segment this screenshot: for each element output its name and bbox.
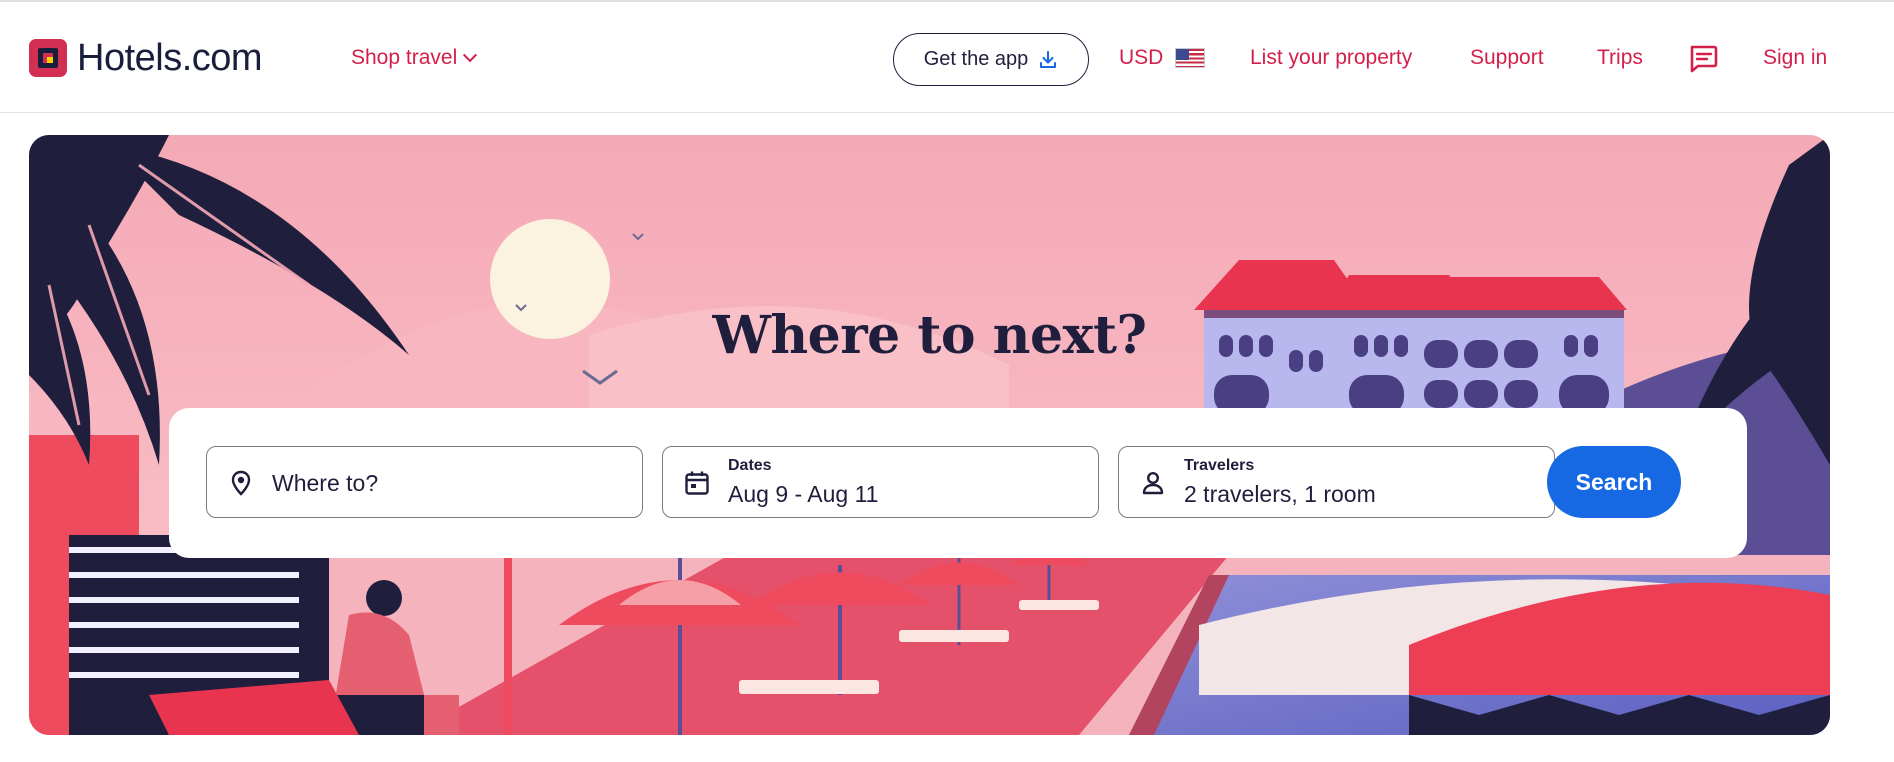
brand-name: Hotels.com [77,36,263,79]
top-header: Hotels.com Shop travel Get the app USD L… [0,0,1894,113]
destination-placeholder: Where to? [272,470,379,496]
hotels-logo-icon [29,39,67,77]
currency-selector[interactable]: USD [1119,46,1206,70]
hero-title: Where to next? [712,305,1147,366]
destination-field[interactable]: Where to? [206,446,643,518]
support-link[interactable]: Support [1470,46,1544,70]
trips-link[interactable]: Trips [1597,46,1643,70]
hero-banner: Where to next? Where to? Dates Aug 9 - A… [29,135,1830,735]
download-icon [1040,50,1057,68]
person-icon [1142,471,1164,495]
currency-label: USD [1119,46,1164,69]
sign-in-link[interactable]: Sign in [1763,46,1827,70]
dates-field[interactable]: Dates Aug 9 - Aug 11 [662,446,1099,518]
get-the-app-button[interactable]: Get the app [893,33,1089,86]
location-pin-icon [231,470,251,496]
shop-travel-menu[interactable]: Shop travel [351,46,478,70]
us-flag-icon [1175,48,1206,68]
travelers-label: Travelers [1184,457,1255,474]
list-your-property-link[interactable]: List your property [1250,46,1412,70]
message-icon[interactable] [1688,44,1718,74]
calendar-icon [685,471,709,495]
dates-value: Aug 9 - Aug 11 [728,481,879,507]
search-button[interactable]: Search [1547,446,1681,518]
hotels-logo[interactable]: Hotels.com [29,36,263,80]
shop-travel-label: Shop travel [351,46,458,69]
travelers-field[interactable]: Travelers 2 travelers, 1 room [1118,446,1555,518]
chevron-down-icon [463,48,478,63]
get-app-label: Get the app [923,48,1029,70]
search-form: Where to? Dates Aug 9 - Aug 11 Travelers… [169,408,1747,558]
dates-label: Dates [728,457,772,474]
travelers-value: 2 travelers, 1 room [1184,481,1376,507]
